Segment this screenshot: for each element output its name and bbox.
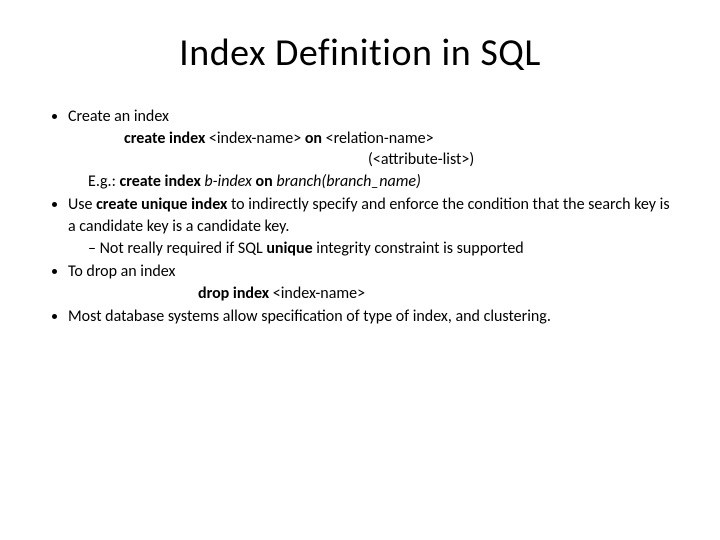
text-use: Use — [68, 195, 96, 214]
bullet-text: Create an index — [68, 107, 169, 126]
sub-bullet-not-required: Not really required if SQL unique integr… — [88, 238, 680, 260]
bullet-index-types: Most database systems allow specificatio… — [68, 306, 680, 328]
example-line: E.g.: create index b-index on branch(bra… — [68, 171, 680, 193]
kw-create-index: create index — [124, 129, 209, 148]
sub-bullet-list: Not really required if SQL unique integr… — [68, 238, 680, 260]
bullet-unique-index: Use create unique index to indirectly sp… — [68, 194, 680, 259]
kw-create-unique-index: create unique index — [96, 195, 227, 214]
eg-index-name: b-index — [201, 172, 256, 191]
eg-label: E.g.: — [88, 172, 120, 191]
bullet-drop-index: To drop an index drop index <index-name> — [68, 261, 680, 304]
bullet-text: Most database systems allow specificatio… — [68, 307, 551, 326]
arg-attribute-list: (<attribute-list>) — [368, 150, 474, 169]
eg-on: on — [256, 172, 277, 191]
slide: Index Definition in SQL Create an index … — [0, 0, 720, 540]
bullet-list: Create an index create index <index-name… — [40, 106, 680, 328]
bullet-create-index: Create an index create index <index-name… — [68, 106, 680, 192]
arg-relation-name: <relation-name> — [326, 129, 434, 148]
syntax-line-1: create index <index-name> on <relation-n… — [68, 128, 680, 150]
kw-unique: unique — [266, 239, 312, 258]
arg-drop-index-name: <index-name> — [273, 284, 365, 303]
syntax-line-2: (<attribute-list>) — [68, 149, 680, 171]
kw-drop-index: drop index — [198, 284, 273, 303]
bullet-text: To drop an index — [68, 262, 175, 281]
eg-relation: branch(branch_name) — [276, 172, 421, 191]
sub-text-a: Not really required if SQL — [100, 239, 267, 258]
kw-on: on — [301, 129, 325, 148]
eg-create-index: create index — [120, 172, 201, 191]
drop-syntax-line: drop index <index-name> — [68, 283, 680, 305]
slide-title: Index Definition in SQL — [40, 30, 680, 76]
slide-body: Create an index create index <index-name… — [40, 106, 680, 328]
arg-index-name: <index-name> — [209, 129, 301, 148]
sub-text-c: integrity constraint is supported — [313, 239, 524, 258]
